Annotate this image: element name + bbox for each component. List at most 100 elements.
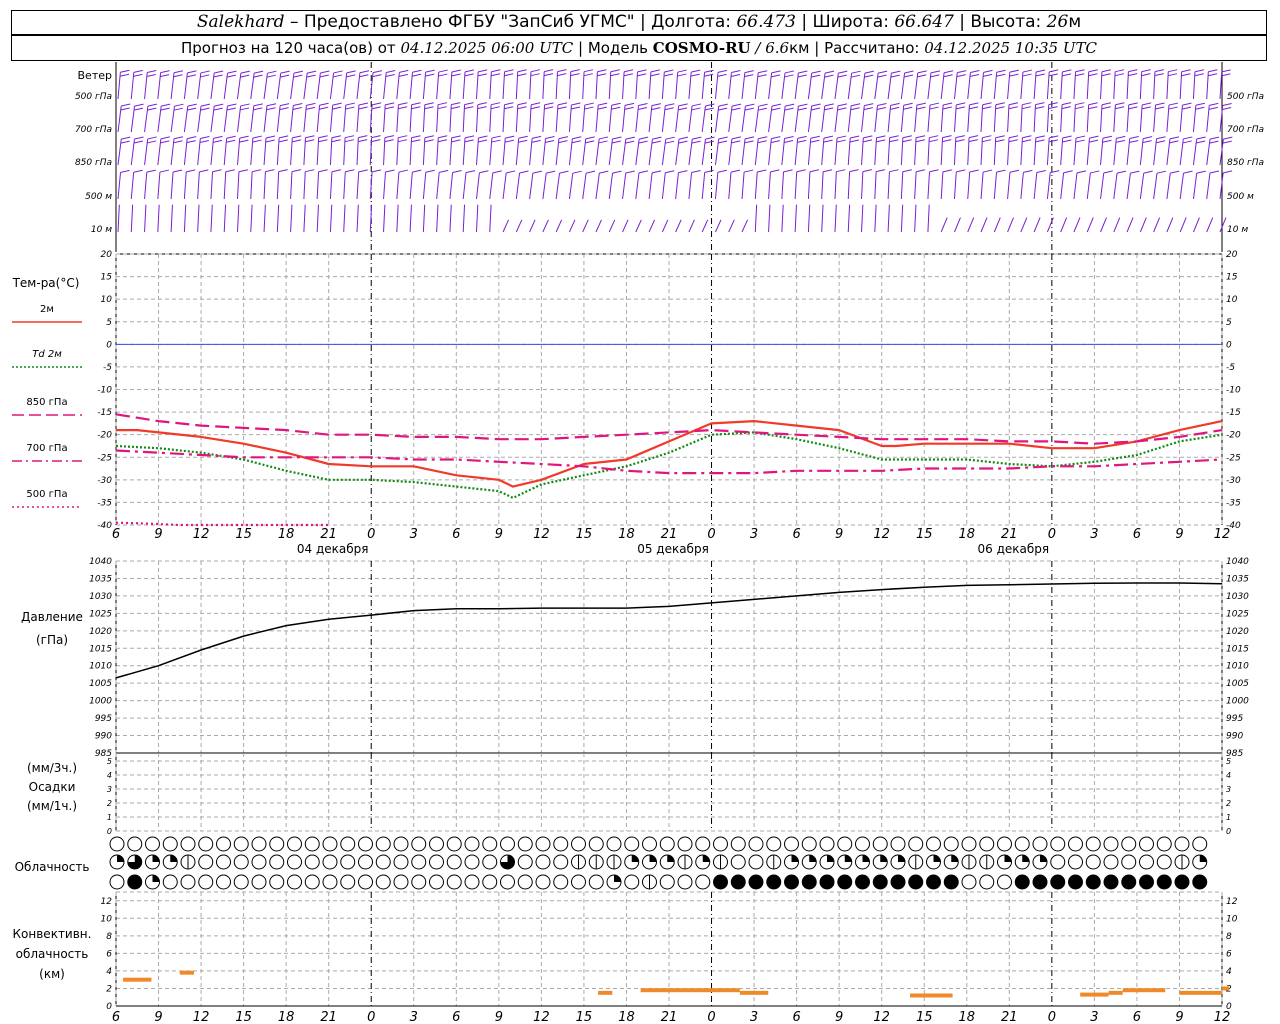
- conv-x-tick-label: 15: [916, 1010, 933, 1024]
- cloud-symbol: [145, 874, 160, 890]
- wind-barb: [1100, 69, 1112, 100]
- wind-barb: [250, 169, 262, 200]
- temp-x-tick-label: 6: [1133, 527, 1141, 542]
- wind-barb: [980, 135, 992, 166]
- conv-x-tick-label: 9: [154, 1010, 162, 1024]
- wind-barb: [821, 169, 833, 200]
- wind-barb: [515, 219, 523, 233]
- cloud-symbol: [162, 836, 178, 852]
- wind-barb: [170, 136, 184, 166]
- wind-barb: [768, 169, 780, 200]
- temp-x-tick-label: 6: [112, 527, 120, 542]
- cloud-symbol: [322, 836, 338, 852]
- wind-barb: [582, 136, 595, 166]
- cloud-symbol: [535, 836, 551, 852]
- cloud-symbol: [180, 836, 196, 852]
- temp-tick-right: -15: [1226, 408, 1241, 418]
- wind-barb: [940, 70, 954, 100]
- wind-barb: [144, 70, 157, 100]
- cloud-symbol: [748, 854, 764, 870]
- wind-barb: [396, 204, 399, 233]
- cloud-symbol: [695, 836, 711, 852]
- wind-barb: [276, 70, 290, 100]
- temp-tick-left: -5: [103, 363, 112, 373]
- cloud-symbol: [997, 854, 1012, 870]
- conv-tick-left: 4: [106, 967, 112, 977]
- temp-x-tick-label: 15: [235, 527, 252, 542]
- cloud-symbol: [198, 854, 214, 870]
- wind-barb: [1166, 217, 1174, 233]
- wind-barb: [1073, 69, 1085, 100]
- wind-barb: [316, 70, 330, 100]
- wind-barb: [157, 169, 170, 200]
- wind-barb: [1100, 135, 1112, 166]
- cloud-symbol: [677, 836, 693, 852]
- wind-barb: [701, 103, 715, 133]
- temp-x-tick-label: 3: [410, 527, 418, 542]
- wind-level-label-left: 500 м: [85, 192, 112, 202]
- wind-barb: [1153, 136, 1166, 166]
- cloud-symbol: [713, 874, 728, 890]
- cloud-symbol: [464, 836, 480, 852]
- wind-barb: [900, 70, 914, 100]
- conv-tick-right: 12: [1226, 897, 1238, 907]
- wind-barb: [1139, 136, 1153, 166]
- wind-barb: [170, 103, 184, 133]
- wind-barb: [993, 135, 1005, 166]
- wind-barb: [449, 170, 462, 200]
- cloud-symbol: [819, 854, 835, 870]
- wind-barb: [768, 204, 771, 233]
- wind-barb: [329, 102, 342, 133]
- wind-barb: [1206, 69, 1218, 100]
- conv-x-tick-label: 15: [576, 1010, 593, 1024]
- date-label: 06 декабря: [978, 542, 1050, 556]
- wind-barb: [568, 136, 582, 166]
- wind-barb: [980, 169, 993, 200]
- wind-barb: [1153, 170, 1167, 200]
- wind-barb: [635, 136, 649, 166]
- wind-barb: [223, 135, 236, 166]
- cloud-symbol: [748, 874, 764, 890]
- cloud-symbol: [1068, 836, 1083, 852]
- conv-label-2: облачность: [16, 947, 89, 961]
- wind-barb: [170, 204, 173, 233]
- cloud-symbol: [411, 874, 427, 890]
- conv-tick-left: 8: [106, 932, 112, 942]
- cloud-symbol: [819, 874, 835, 890]
- cloud-symbol: [1103, 836, 1119, 852]
- cloud-symbol: [517, 836, 533, 852]
- wind-barb: [887, 169, 899, 200]
- wind-barb: [250, 204, 253, 233]
- wind-barb: [595, 69, 607, 100]
- temp-tick-right: 5: [1226, 318, 1232, 328]
- cloud-symbol: [393, 854, 409, 870]
- wind-barb: [515, 102, 527, 133]
- conv-x-tick-label: 3: [750, 1010, 758, 1024]
- wind-barb: [117, 169, 130, 200]
- wind-barb: [529, 69, 541, 100]
- cloud-symbol: [784, 854, 799, 870]
- wind-barb: [383, 169, 395, 200]
- conv-x-tick-label: 9: [835, 1010, 843, 1024]
- wind-level-label-left: 10 м: [91, 225, 112, 235]
- conv-x-tick-label: 15: [235, 1010, 252, 1024]
- wind-barb: [502, 135, 515, 166]
- wind-barb: [622, 102, 635, 133]
- cloud-symbol: [979, 836, 995, 852]
- wind-level-label-left: 500 гПа: [75, 92, 112, 102]
- wind-barb: [462, 204, 466, 233]
- wind-barb: [449, 69, 461, 100]
- cloud-symbol: [233, 874, 249, 890]
- temp-tick-left: 10: [101, 295, 113, 305]
- temp-x-tick-label: 9: [495, 527, 503, 542]
- cloud-symbol: [659, 854, 675, 870]
- pressure-tick-right: 1030: [1226, 592, 1249, 602]
- wind-barb: [834, 204, 837, 233]
- wind-barb: [130, 103, 144, 133]
- wind-barb: [847, 169, 859, 200]
- cloud-symbol: [482, 874, 498, 890]
- conv-x-tick-label: 9: [1175, 1010, 1183, 1024]
- wind-barb: [383, 135, 394, 166]
- cloud-symbol: [837, 874, 853, 890]
- wind-barb: [436, 69, 448, 100]
